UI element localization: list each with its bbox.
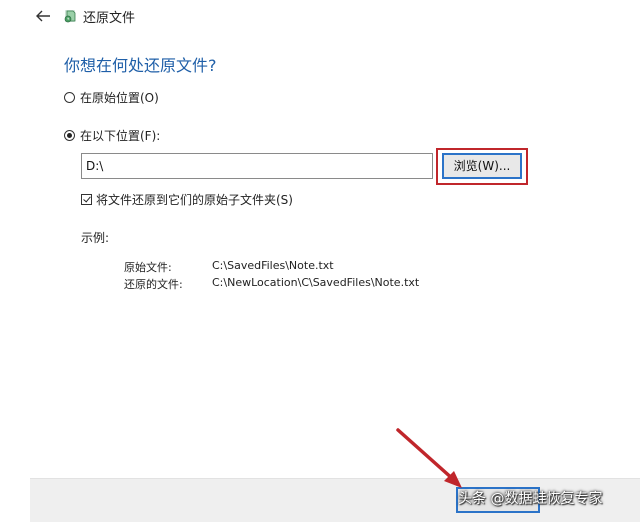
original-location-radio[interactable] [64, 91, 75, 103]
original-location-label: 在原始位置(O) [80, 90, 159, 105]
other-location-radio[interactable] [64, 129, 75, 141]
back-arrow-icon[interactable] [34, 8, 52, 24]
example-label: 示例: [81, 231, 110, 245]
example-row-restored: 还原的文件: C:\NewLocation\C\SavedFiles\Note.… [124, 276, 419, 292]
window-title: 还原文件 [83, 11, 136, 26]
page-title: 你想在何处还原文件? [64, 56, 217, 75]
restore-subfolder-label: 将文件还原到它们的原始子文件夹(S) [96, 192, 293, 207]
other-location-option[interactable]: 在以下位置(F): [64, 126, 160, 144]
example-value: C:\NewLocation\C\SavedFiles\Note.txt [212, 276, 420, 289]
title-bar: 还原文件 [0, 0, 640, 34]
restore-path-input[interactable]: D:\ [81, 153, 433, 179]
browse-button[interactable]: 浏览(W)... [442, 153, 522, 179]
other-location-label: 在以下位置(F): [80, 128, 161, 143]
example-key: 还原的文件: [124, 278, 183, 291]
original-location-option[interactable]: 在原始位置(O) [64, 88, 159, 106]
restore-subfolder-option[interactable]: 将文件还原到它们的原始子文件夹(S) [81, 190, 293, 208]
restore-subfolder-checkbox[interactable] [81, 193, 92, 205]
watermark-text: 头条 @数据蛙恢复专家 [458, 491, 603, 507]
example-row-original: 原始文件: C:\SavedFiles\Note.txt [124, 259, 334, 275]
example-key: 原始文件: [124, 261, 172, 274]
file-history-icon [64, 10, 76, 23]
restore-files-window: 还原文件 你想在何处还原文件? 在原始位置(O) 在以下位置(F): D:\ 浏… [0, 0, 640, 522]
example-value: C:\SavedFiles\Note.txt [212, 259, 334, 272]
